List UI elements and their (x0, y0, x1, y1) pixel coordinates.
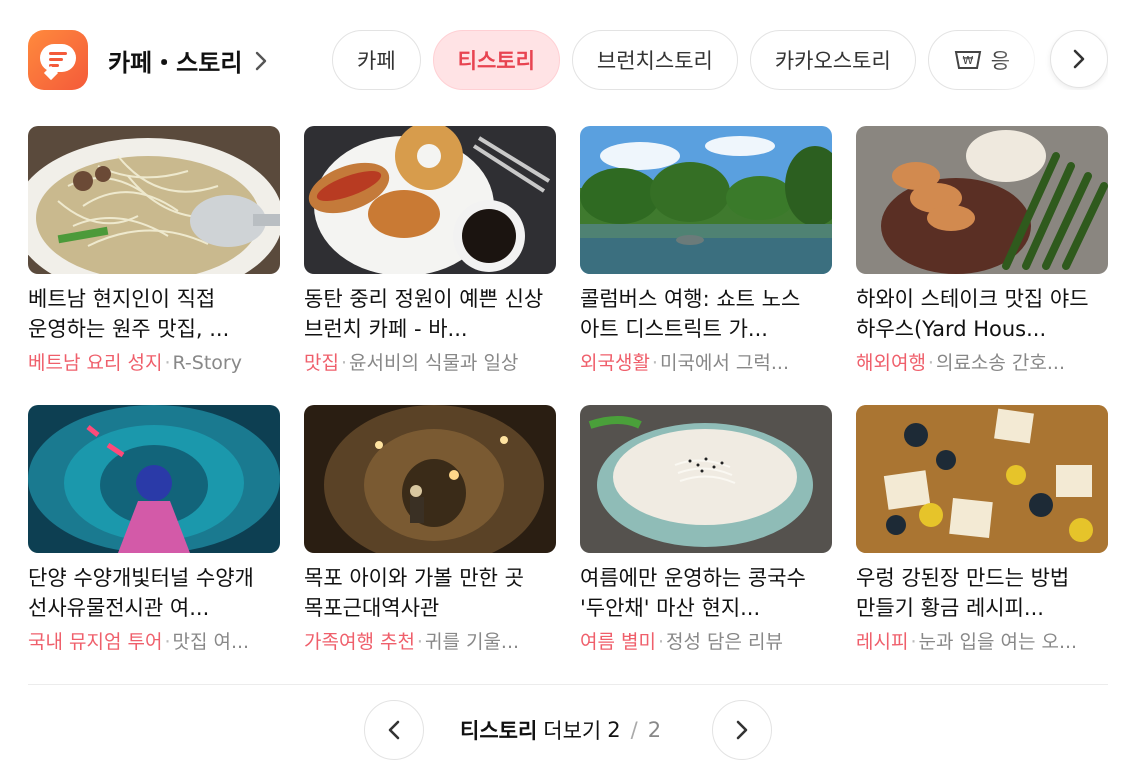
section-title: 카페・스토리 (108, 48, 243, 77)
thumbnail-cave[interactable] (304, 405, 556, 553)
story-title[interactable]: 단양 수양개빛터널 수양개 선사유물전시관 여... (28, 563, 280, 623)
thumbnail-steak[interactable] (856, 126, 1108, 274)
story-meta: 베트남 요리 성지 · R-Story (28, 352, 242, 374)
story-meta: 레시피 · 눈과 입을 여는 오... (856, 631, 1078, 653)
story-meta: 해외여행 · 의료소송 간호... (856, 352, 1066, 374)
tab-tistory[interactable]: 티스토리 (432, 30, 560, 90)
story-title[interactable]: 여름에만 운영하는 콩국수 '두안채' 마산 현지... (580, 563, 832, 623)
story-category[interactable]: 여름 별미 (580, 631, 656, 653)
story-title[interactable]: 하와이 스테이크 맛집 야드 하우스(Yard Hous... (856, 284, 1108, 344)
more-section-name: 티스토리 (460, 719, 538, 743)
thumbnail-doenjang-stew[interactable] (856, 405, 1108, 553)
chevron-right-icon (252, 48, 270, 72)
thumbnail-brunch[interactable] (304, 126, 556, 274)
thumbnail-park[interactable] (580, 126, 832, 274)
story-card[interactable]: 우렁 강된장 만드는 방법 만들기 황금 레시피... 레시피 · 눈과 입을 여는… (856, 405, 1108, 655)
story-meta: 맛집 · 윤서비의 식물과 일상 (304, 352, 519, 374)
divider (28, 684, 1108, 685)
svg-text:₩: ₩ (962, 54, 973, 67)
more-label: 티스토리 더보기 2 / 2 (460, 700, 661, 760)
story-source[interactable]: 미국에서 그럭... (660, 352, 789, 374)
more-text: 더보기 (543, 719, 602, 743)
page-separator: / (630, 718, 638, 742)
story-title[interactable]: 우렁 강된장 만드는 방법 만들기 황금 레시피... (856, 563, 1108, 623)
chevron-right-icon (1073, 49, 1085, 69)
story-category[interactable]: 국내 뮤지엄 투어 (28, 631, 162, 653)
tab-cafe[interactable]: 카페 (332, 30, 421, 90)
story-category[interactable]: 해외여행 (856, 352, 926, 374)
story-meta: 여름 별미 · 정성 담은 리뷰 (580, 631, 783, 653)
story-meta: 외국생활 · 미국에서 그럭... (580, 352, 790, 374)
story-card[interactable]: 베트남 현지인이 직접 운영하는 원주 맛집, ... 베트남 요리 성지 · R-… (28, 126, 280, 376)
story-source[interactable]: 의료소송 간호... (936, 352, 1065, 374)
story-category[interactable]: 베트남 요리 성지 (28, 352, 162, 374)
story-title[interactable]: 베트남 현지인이 직접 운영하는 원주 맛집, ... (28, 284, 280, 344)
section-title-link[interactable]: 카페・스토리 (108, 30, 270, 90)
story-card[interactable]: 여름에만 운영하는 콩국수 '두안채' 마산 현지... 여름 별미 · 정성 담은… (580, 405, 832, 655)
story-source[interactable]: R-Story (173, 352, 242, 374)
story-source[interactable]: 맛집 여... (173, 631, 250, 653)
store-icon: ₩ (953, 48, 983, 72)
story-card[interactable]: 동탄 중리 정원이 예쁜 신상 브런치 카페 - 바... 맛집 · 윤서비의 식물… (304, 126, 556, 376)
thumbnail-light-tunnel[interactable] (28, 405, 280, 553)
thumbnail-kongguksu[interactable] (580, 405, 832, 553)
story-title[interactable]: 동탄 중리 정원이 예쁜 신상 브런치 카페 - 바... (304, 284, 556, 344)
prev-page-button[interactable] (364, 700, 424, 760)
story-card[interactable]: 단양 수양개빛터널 수양개 선사유물전시관 여... 국내 뮤지엄 투어 · 맛집 … (28, 405, 280, 655)
pagination: 티스토리 더보기 2 / 2 (0, 700, 1136, 760)
story-category[interactable]: 맛집 (304, 352, 339, 374)
story-category[interactable]: 가족여행 추천 (304, 631, 415, 653)
story-source[interactable]: 윤서비의 식물과 일상 (349, 352, 518, 374)
cafe-story-logo-icon (28, 30, 88, 90)
story-source[interactable]: 귀를 기울... (425, 631, 519, 653)
section-header: 카페・스토리 카페 티스토리 브런치스토리 카카오스토리 ₩ 응 (28, 30, 1108, 90)
story-meta: 국내 뮤지엄 투어 · 맛집 여... (28, 631, 250, 653)
tab-brunch-story[interactable]: 브런치스토리 (571, 30, 738, 90)
story-source[interactable]: 눈과 입을 여는 오... (919, 631, 1078, 653)
current-page: 2 (607, 718, 621, 742)
total-pages: 2 (647, 718, 662, 742)
chevron-right-icon (736, 720, 748, 740)
story-source[interactable]: 정성 담은 리뷰 (666, 631, 783, 653)
story-meta: 가족여행 추천 · 귀를 기울... (304, 631, 520, 653)
tab-kakao-story[interactable]: 카카오스토리 (749, 30, 916, 90)
story-card[interactable]: 목포 아이와 가볼 만한 곳 목포근대역사관 가족여행 추천 · 귀를 기울... (304, 405, 556, 655)
next-page-button[interactable] (712, 700, 772, 760)
story-card[interactable]: 콜럼버스 여행: 쇼트 노스 아트 디스트릭트 가... 외국생활 · 미국에서 그… (580, 126, 832, 376)
tabs-next-button[interactable] (1050, 30, 1108, 88)
thumbnail-pho[interactable] (28, 126, 280, 274)
story-card[interactable]: 하와이 스테이크 맛집 야드 하우스(Yard Hous... 해외여행 · 의료소… (856, 126, 1108, 376)
story-title[interactable]: 콜럼버스 여행: 쇼트 노스 아트 디스트릭트 가... (580, 284, 832, 344)
story-category[interactable]: 외국생활 (580, 352, 650, 374)
story-category[interactable]: 레시피 (856, 631, 908, 653)
story-title[interactable]: 목포 아이와 가볼 만한 곳 목포근대역사관 (304, 563, 556, 623)
chevron-left-icon (388, 720, 400, 740)
tab-bar: 카페 티스토리 브런치스토리 카카오스토리 ₩ 응 (332, 30, 1108, 90)
